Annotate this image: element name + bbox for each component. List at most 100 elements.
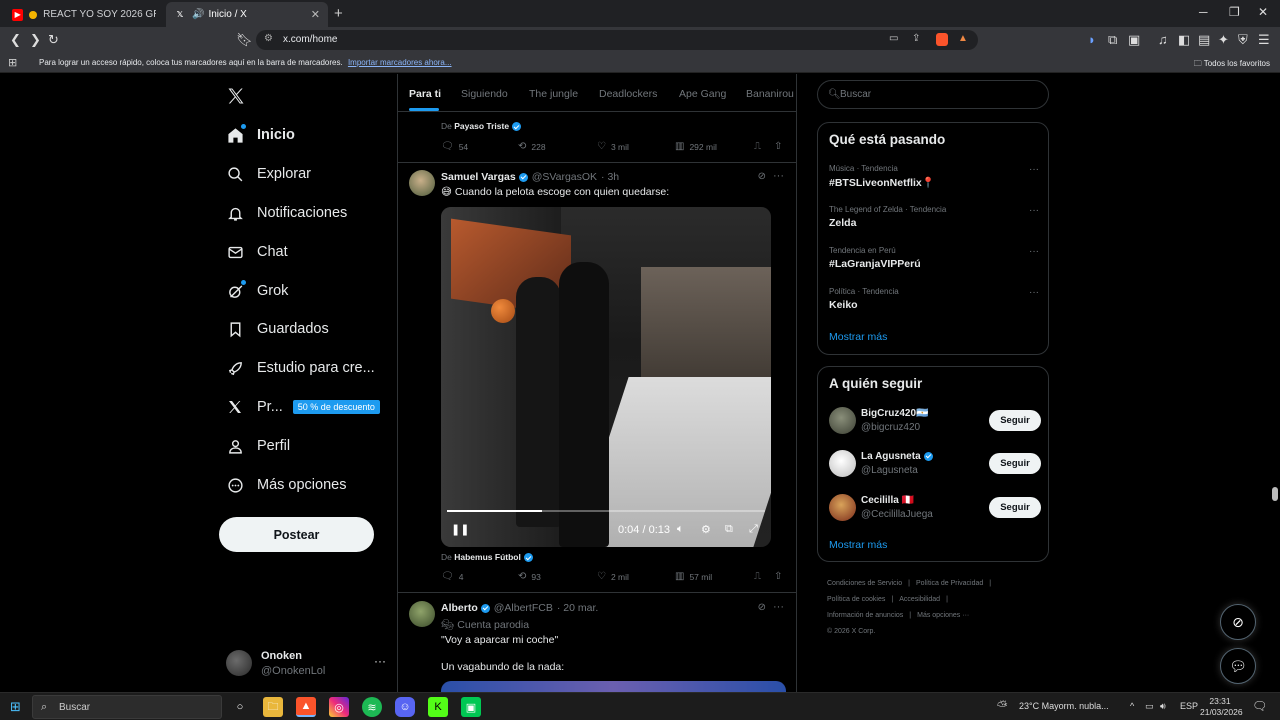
avatar[interactable] xyxy=(409,170,435,196)
reply-button[interactable]: 🗨︎ 4 xyxy=(441,571,463,582)
leo-ai-icon[interactable]: ✦ xyxy=(1218,32,1229,48)
trend-item[interactable]: Música · Tendencia #BTSLiveonNetflix📍 ··… xyxy=(829,164,1039,189)
discord-icon[interactable]: ☺ xyxy=(395,697,415,717)
pip-icon[interactable]: ⧉ xyxy=(725,523,733,536)
follow-suggestion[interactable]: Cecililla 🇵🇪 @CecilillaJuega Seguir xyxy=(829,494,1041,522)
tray-chevron-icon[interactable]: ^ xyxy=(1130,701,1134,711)
post-button[interactable]: Postear xyxy=(219,517,374,552)
instagram-icon[interactable]: ◎ xyxy=(329,697,349,717)
tweet-media[interactable] xyxy=(441,681,786,692)
nav-home[interactable]: Inicio xyxy=(226,120,295,150)
messages-fab-icon[interactable]: 💬︎ xyxy=(1220,648,1256,684)
volume-icon[interactable]: 🔊︎ xyxy=(1160,701,1166,712)
x-logo-icon[interactable] xyxy=(226,86,246,106)
trend-item[interactable]: Tendencia en Perú #LaGranjaVIPPerú ··· xyxy=(829,246,1039,270)
menu-icon[interactable]: ☰ xyxy=(1258,32,1270,48)
nav-profile[interactable]: Perfil xyxy=(226,431,290,461)
views-button[interactable]: ▥ 292 mil xyxy=(675,141,717,152)
grok-explain-icon[interactable]: ⊘ xyxy=(758,602,766,613)
task-view-icon[interactable]: ○ xyxy=(230,697,250,717)
wallet-icon[interactable]: ▤ xyxy=(1198,32,1210,48)
video-player[interactable]: ❚❚ 0:04 / 0:13 🔈︎ ⚙︎ ⧉ ⤢ xyxy=(441,207,771,547)
browser-tab-youtube[interactable]: ▶ REACT YO SOY 2026 GRAN FINAL xyxy=(4,2,164,27)
sidebar-icon[interactable]: ◧ xyxy=(1178,32,1190,48)
import-bookmarks-link[interactable]: Importar marcadores ahora... xyxy=(348,58,452,67)
close-tab-icon[interactable]: ✕ xyxy=(311,8,320,21)
tab-search-icon[interactable]: ▣ xyxy=(1128,32,1140,48)
nav-bookmarks[interactable]: Guardados xyxy=(226,314,329,344)
footer-link[interactable]: Información de anuncios xyxy=(827,612,903,619)
nav-grok[interactable]: Grok xyxy=(226,276,288,306)
network-icon[interactable]: ▭ xyxy=(1145,701,1154,712)
minimize-icon[interactable]: ─ xyxy=(1199,5,1208,19)
back-icon[interactable]: ❮ xyxy=(10,32,21,48)
avatar[interactable] xyxy=(409,601,435,627)
quoted-source[interactable]: De Habemus Fútbol xyxy=(441,552,533,563)
author-handle[interactable]: @AlbertFCB xyxy=(494,602,553,614)
brave-shield-icon[interactable] xyxy=(936,33,948,46)
reply-button[interactable]: 🗨︎ 54 xyxy=(441,141,468,152)
author-name[interactable]: Alberto xyxy=(441,602,478,614)
trend-item[interactable]: Política · Tendencia Keiko ··· xyxy=(829,287,1039,311)
nav-chat[interactable]: Chat xyxy=(226,237,288,267)
more-dots-icon[interactable]: ··· xyxy=(1029,287,1039,298)
footer-link[interactable]: Política de cookies xyxy=(827,596,885,603)
follow-button[interactable]: Seguir xyxy=(989,497,1041,518)
fullscreen-icon[interactable]: ⤢ xyxy=(749,523,758,536)
vpn-icon[interactable]: ⛨ xyxy=(1238,32,1248,48)
more-dots-icon[interactable]: ··· xyxy=(374,654,386,668)
share-button[interactable]: ⇧ xyxy=(774,141,787,152)
follow-suggestion[interactable]: BigCruz420🇦🇷 @bigcruz420 Seguir xyxy=(829,407,1041,435)
follow-suggestion[interactable]: La Agusneta @Lagusneta Seguir xyxy=(829,450,1041,478)
share-icon[interactable]: ⇪ xyxy=(912,33,920,44)
brave-browser-icon[interactable]: ▲ xyxy=(296,697,316,717)
spotify-icon[interactable]: ≋ xyxy=(362,697,382,717)
quoted-source[interactable]: De Payaso Triste xyxy=(441,121,522,132)
tab-following[interactable]: Siguiendo xyxy=(461,88,508,100)
tweet-time[interactable]: · 20 mar. xyxy=(557,602,598,614)
follow-button[interactable]: Seguir xyxy=(989,453,1041,474)
share-button[interactable]: ⇧ xyxy=(774,571,787,582)
show-more-trends-link[interactable]: Mostrar más xyxy=(829,331,887,343)
kick-icon[interactable]: K xyxy=(428,697,448,717)
scrollbar-thumb[interactable] xyxy=(1272,487,1278,501)
bookmark-button[interactable]: ⎍ xyxy=(754,571,766,582)
like-button[interactable]: ♡ 2 mil xyxy=(597,571,629,582)
forward-icon[interactable]: ❯ xyxy=(30,32,41,48)
restore-icon[interactable]: ❐ xyxy=(1229,5,1240,19)
windows-start-icon[interactable]: ⊞ xyxy=(10,699,21,715)
repost-button[interactable]: ⟲ 93 xyxy=(518,571,541,582)
author-name[interactable]: Samuel Vargas xyxy=(441,171,516,183)
reload-icon[interactable]: ↻ xyxy=(48,32,59,48)
cast-icon[interactable]: ▭ xyxy=(889,33,898,44)
clock[interactable]: 23:31 21/03/2026 xyxy=(1200,696,1243,718)
footer-link[interactable]: Política de Privacidad xyxy=(916,580,983,587)
repost-button[interactable]: ⟲ 228 xyxy=(518,141,546,152)
more-dots-icon[interactable]: ··· xyxy=(1029,205,1039,216)
like-button[interactable]: ♡ 3 mil xyxy=(597,141,629,152)
account-switcher[interactable]: Onoken @OnokenLol ··· xyxy=(226,650,386,680)
nav-notifications[interactable]: Notificaciones xyxy=(226,198,347,228)
more-dots-icon[interactable]: ··· xyxy=(773,170,784,182)
footer-link[interactable]: Condiciones de Servicio xyxy=(827,580,902,587)
grok-explain-icon[interactable]: ⊘ xyxy=(758,171,766,182)
site-settings-icon[interactable]: ⚙︎ xyxy=(264,33,273,44)
tab-deadlockers[interactable]: Deadlockers xyxy=(599,88,657,100)
nav-premium[interactable]: Pr... 50 % de descuento xyxy=(226,392,380,422)
more-dots-icon[interactable]: ··· xyxy=(1029,246,1039,257)
tab-the-jungle[interactable]: The jungle xyxy=(529,88,578,100)
tweet-time[interactable]: · 3h xyxy=(601,171,619,183)
nav-explore[interactable]: Explorar xyxy=(226,159,311,189)
trend-item[interactable]: The Legend of Zelda · Tendencia Zelda ··… xyxy=(829,205,1039,229)
all-favorites[interactable]: 🗀 Todos los favoritos xyxy=(1194,58,1270,72)
media-icon[interactable]: ♫ xyxy=(1158,32,1168,47)
video-progress-bar[interactable] xyxy=(447,510,765,512)
tab-bananirou[interactable]: Bananirou xyxy=(746,88,794,100)
volume-icon[interactable]: 🔈︎ xyxy=(677,523,684,536)
file-explorer-icon[interactable]: 🗀 xyxy=(263,697,283,717)
author-handle[interactable]: @SVargasOK xyxy=(532,171,597,183)
notifications-icon[interactable]: 🗨︎ xyxy=(1252,699,1267,713)
more-dots-icon[interactable]: ··· xyxy=(1029,164,1039,175)
new-tab-icon[interactable]: + xyxy=(334,5,343,22)
tab-for-you[interactable]: Para ti xyxy=(409,88,441,100)
